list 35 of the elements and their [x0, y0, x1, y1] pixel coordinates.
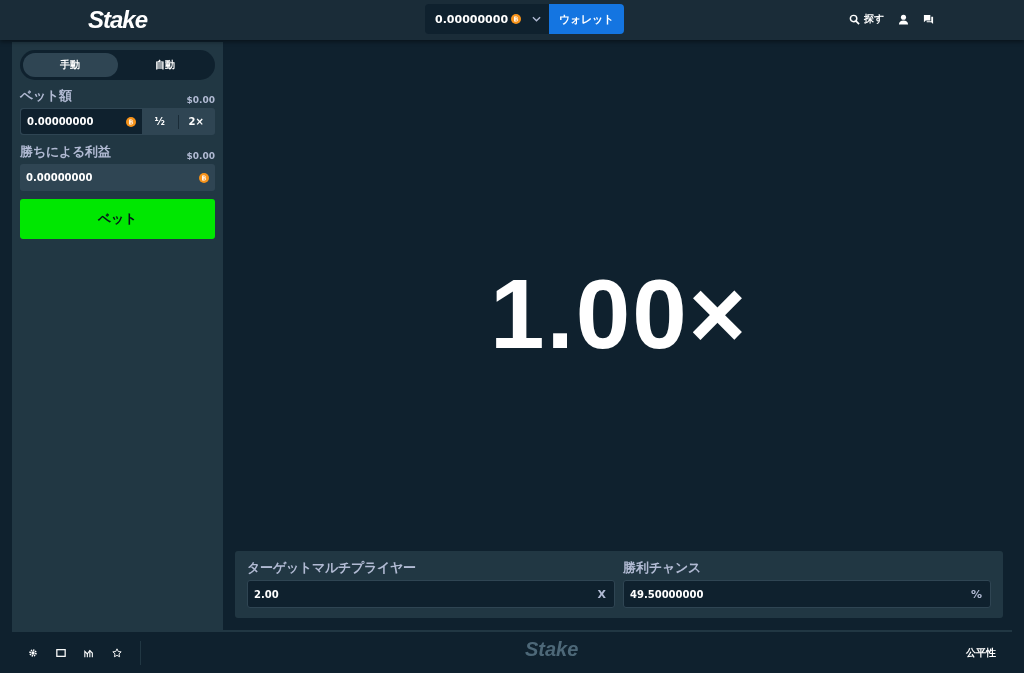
usd-value: $0.00 — [186, 151, 215, 161]
chevron-down-icon — [532, 16, 542, 22]
half-button[interactable]: ½ — [142, 109, 178, 134]
multiplier-display: 1.00× — [490, 257, 748, 371]
bitcoin-icon — [126, 116, 136, 127]
input-field[interactable]: 49.50000000 % — [623, 580, 991, 608]
field-label: ターゲットマルチプライヤー — [247, 559, 417, 577]
field-label: 勝ちによる利益 — [20, 143, 111, 161]
field-label: ベット額 — [20, 87, 72, 105]
usd-value: $0.00 — [186, 95, 215, 105]
profit-field: 0.00000000 — [20, 164, 215, 191]
user-icon[interactable] — [898, 13, 909, 25]
unit-label: X — [597, 587, 606, 601]
bitcoin-icon — [199, 172, 209, 183]
input-field[interactable]: 2.00 X — [247, 580, 615, 608]
bitcoin-icon — [511, 14, 522, 24]
bet-button[interactable]: ベット — [20, 199, 215, 239]
chat-icon[interactable] — [923, 13, 934, 25]
logo: Stake — [525, 638, 579, 661]
settings-icon[interactable] — [28, 647, 38, 658]
search-icon — [849, 13, 860, 25]
unit-label: % — [970, 587, 982, 601]
star-icon[interactable] — [112, 647, 122, 658]
chart-icon[interactable] — [84, 647, 94, 658]
logo[interactable]: Stake — [88, 6, 148, 34]
double-button[interactable]: 2× — [178, 109, 214, 134]
fairness-link[interactable]: 公平性 — [960, 644, 1002, 661]
square-icon[interactable] — [56, 647, 66, 658]
search-button[interactable]: 探す — [849, 12, 884, 26]
mode-tab[interactable]: 手動 — [23, 53, 118, 77]
mode-tab[interactable]: 自動 — [117, 53, 212, 77]
balance-dropdown[interactable]: 0.00000000 — [425, 4, 550, 34]
bet-amount-field[interactable]: 0.00000000 — [21, 109, 142, 134]
wallet-button[interactable]: ウォレット — [549, 4, 625, 34]
field-label: 勝利チャンス — [623, 559, 702, 577]
